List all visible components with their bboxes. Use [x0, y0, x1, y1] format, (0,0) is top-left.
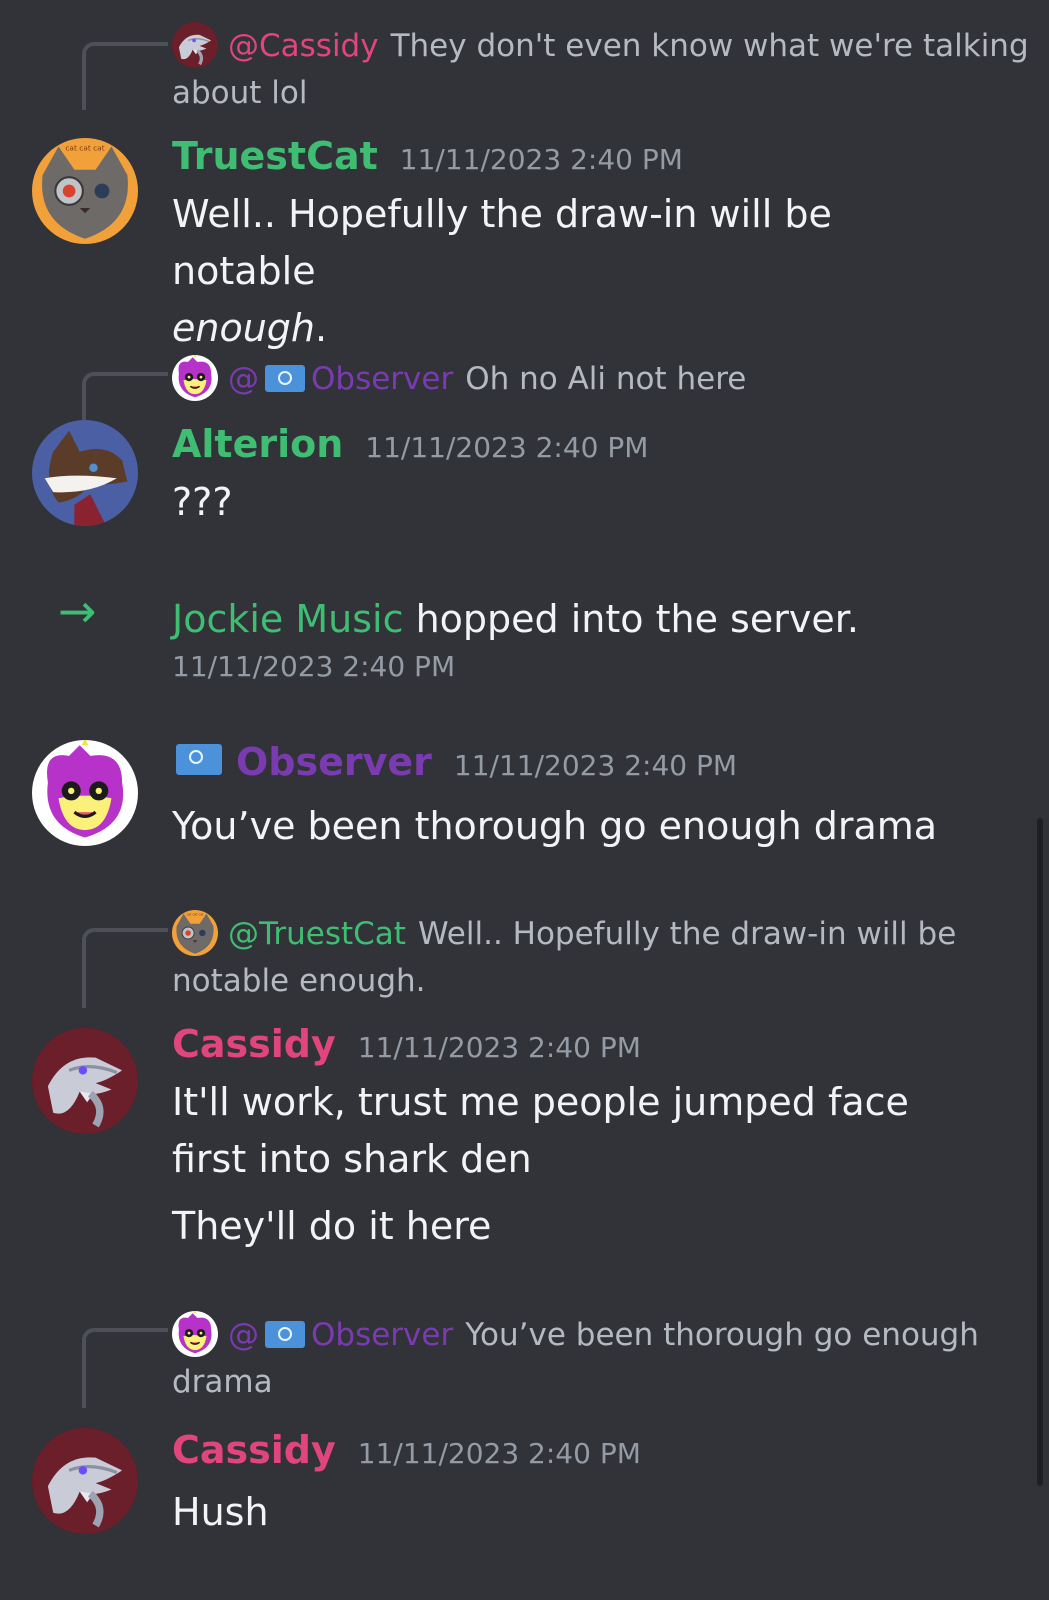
cassidy-avatar-icon: [172, 22, 218, 68]
reply-connector: [82, 372, 168, 420]
alterion-avatar-icon[interactable]: [32, 420, 138, 526]
message-content: You’ve been thorough go enough drama: [172, 804, 938, 848]
username[interactable]: Observer: [236, 740, 432, 784]
reply-preview[interactable]: @ Observer Oh no Ali not here: [172, 355, 1029, 403]
truestcat-avatar-icon: [172, 910, 218, 956]
un-flag-icon: [265, 1321, 305, 1348]
scrollbar[interactable]: [1037, 818, 1043, 1486]
message-header: Cassidy 11/11/2023 2:40 PM: [172, 1022, 641, 1072]
reply-connector: [82, 928, 168, 1008]
reply-mention[interactable]: Observer: [311, 361, 453, 397]
reply-mention-prefix[interactable]: @: [228, 1317, 259, 1353]
reply-connector: [82, 42, 168, 110]
joined-username[interactable]: Jockie Music: [172, 597, 404, 641]
reply-text: Oh no Ali not here: [465, 361, 747, 397]
username[interactable]: Alterion: [172, 422, 343, 466]
timestamp: 11/11/2023 2:40 PM: [357, 1031, 641, 1064]
join-text: hopped into the server.: [403, 597, 859, 641]
timestamp: 11/11/2023 2:40 PM: [357, 1437, 641, 1470]
message-header: Alterion 11/11/2023 2:40 PM: [172, 422, 648, 472]
reply-preview[interactable]: @ Observer You’ve been thorough go enough …: [172, 1311, 1029, 1406]
reply-mention[interactable]: @TruestCat: [228, 916, 406, 952]
reply-mention-prefix[interactable]: @: [228, 361, 259, 397]
cassidy-avatar-icon[interactable]: [32, 1428, 138, 1534]
message-content: ???: [172, 480, 233, 524]
message-content: Hush: [172, 1490, 269, 1534]
username[interactable]: Cassidy: [172, 1022, 336, 1066]
username[interactable]: Cassidy: [172, 1428, 336, 1472]
truestcat-avatar-icon[interactable]: [32, 138, 138, 244]
system-join-message: Jockie Music hopped into the server.: [172, 594, 859, 644]
reply-preview[interactable]: @TruestCat Well.. Hopefully the draw-in w…: [172, 910, 1029, 1005]
join-arrow-icon: →: [58, 584, 97, 638]
message-header: TruestCat 11/11/2023 2:40 PM: [172, 134, 683, 184]
message-header: Cassidy 11/11/2023 2:40 PM: [172, 1428, 641, 1478]
message-content: Well.. Hopefully the draw-in will be not…: [172, 186, 969, 357]
message-text: Well.. Hopefully the draw-in will be not…: [172, 192, 832, 293]
reply-mention[interactable]: Observer: [311, 1317, 453, 1353]
message-text-end: .: [315, 306, 328, 350]
message-content: They'll do it here: [172, 1204, 492, 1248]
un-flag-icon: [265, 365, 305, 392]
timestamp: 11/11/2023 2:40 PM: [453, 749, 738, 782]
un-flag-icon: [176, 744, 222, 775]
reply-connector: [82, 1328, 168, 1408]
cassidy-avatar-icon[interactable]: [32, 1028, 138, 1134]
username[interactable]: TruestCat: [172, 134, 378, 178]
message-header: Observer 11/11/2023 2:40 PM: [172, 740, 737, 790]
observer-avatar-icon[interactable]: [32, 740, 138, 846]
reply-preview[interactable]: @Cassidy They don't even know what we're …: [172, 22, 1029, 117]
timestamp: 11/11/2023 2:40 PM: [172, 650, 456, 683]
observer-avatar-icon: [172, 355, 218, 401]
message-content: It'll work, trust me people jumped face …: [172, 1080, 909, 1181]
observer-avatar-icon: [172, 1311, 218, 1357]
chat-message-list: @Cassidy They don't even know what we're …: [0, 0, 1049, 1600]
timestamp: 11/11/2023 2:40 PM: [399, 143, 683, 176]
reply-mention[interactable]: @Cassidy: [228, 28, 379, 64]
message-italic-text: enough: [172, 306, 316, 350]
timestamp: 11/11/2023 2:40 PM: [365, 431, 649, 464]
